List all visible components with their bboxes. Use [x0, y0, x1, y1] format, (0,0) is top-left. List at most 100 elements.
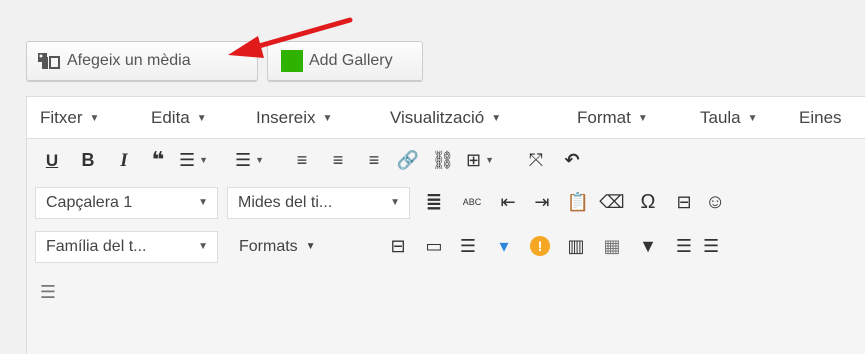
abc-icon: ABC — [462, 196, 482, 207]
sort-button[interactable]: ☰ — [671, 233, 697, 259]
font-size-select-value: Mides del ti... — [238, 194, 333, 211]
outdent-button[interactable]: ⇤ — [495, 189, 521, 215]
text-color-button[interactable]: ▾ — [491, 233, 517, 259]
formats-dropdown[interactable]: Formats ▼ — [239, 238, 316, 256]
indent-button[interactable]: ⇥ — [529, 189, 555, 215]
menu-insereix[interactable]: Insereix ▼ — [256, 108, 332, 128]
media-embed-button[interactable]: ▭ — [421, 233, 447, 259]
chevron-down-icon: ▼ — [637, 113, 648, 124]
chevron-down-icon: ▼ — [322, 113, 333, 124]
gallery-icon — [281, 50, 303, 72]
add-media-button[interactable]: Afegeix un mèdia — [26, 41, 258, 81]
bold-button[interactable]: B — [75, 147, 101, 173]
media-embed-icon: ▭ — [425, 236, 443, 256]
chevron-down-icon: ▼ — [89, 113, 100, 124]
outdent-icon: ⇤ — [500, 192, 516, 212]
italic-icon: I — [120, 149, 128, 171]
paste-icon: 📋 — [566, 192, 590, 212]
menu-eines[interactable]: Eines — [799, 108, 842, 128]
template-button[interactable]: ⊟ — [385, 233, 411, 259]
menu-label: Edita — [151, 108, 190, 127]
fullscreen-button[interactable]: ⤧ — [523, 147, 549, 173]
numbered-list-button[interactable]: ☰ ▼ — [235, 147, 281, 173]
font-family-select[interactable]: Família del t... ▼ — [35, 231, 218, 263]
chevron-down-icon: ▼ — [196, 113, 207, 124]
columns-icon: ▥ — [567, 236, 585, 256]
chevron-down-icon: ▼ — [747, 113, 758, 124]
align-right-icon: ≡ — [368, 150, 380, 170]
chevron-down-icon: ▼ — [305, 241, 316, 252]
kitchen-sink-icon: ☰ — [39, 282, 57, 302]
color-picker-icon: ▾ — [499, 236, 509, 256]
tinymce-editor: Fitxer ▼ Edita ▼ Insereix ▼ Visualització ▼ … — [26, 96, 865, 354]
toolbar-row-4: ☰ — [27, 271, 865, 315]
underline-button[interactable]: U — [39, 147, 65, 173]
numbered-list-icon: ☰ — [235, 150, 252, 170]
menu-visualitzacio[interactable]: Visualització ▼ — [390, 108, 501, 128]
columns-button[interactable]: ▥ — [563, 233, 589, 259]
toolbar-row-1: U B I ❝ ☰ ▼ ☰ ▼ ≡ ≡ ≡ 🔗 ⛓ ⊞ ▼ ⤧ ↶ — [27, 139, 865, 181]
warning-icon: ! — [530, 236, 550, 256]
clear-formatting-button[interactable]: ⌫ — [599, 189, 625, 215]
warning-button[interactable]: ! — [527, 233, 553, 259]
grid-icon: ▦ — [603, 236, 621, 256]
horizontal-rule-icon: ⊟ — [676, 192, 692, 212]
blockquote-icon: ❝ — [151, 147, 165, 172]
eraser-icon: ⌫ — [599, 192, 625, 212]
align-left-button[interactable]: ≡ — [289, 147, 315, 173]
align-right-button[interactable]: ≡ — [361, 147, 387, 173]
undo-button[interactable]: ↶ — [559, 147, 585, 173]
add-gallery-button[interactable]: Add Gallery — [267, 41, 423, 81]
toolbar-row-2: Capçalera 1 ▼ Mides del ti... ▼ ≣ ABC ⇤ ⇥ … — [27, 181, 865, 225]
formats-label: Formats — [239, 238, 298, 255]
heading-select[interactable]: Capçalera 1 ▼ — [35, 187, 218, 219]
omega-icon: Ω — [640, 191, 656, 213]
paste-text-button[interactable]: 📋 — [565, 189, 591, 215]
undo-icon: ↶ — [564, 150, 580, 170]
italic-button[interactable]: I — [111, 147, 137, 173]
emoticons-button[interactable]: ☺ — [705, 189, 725, 215]
more-icon: ☰ — [703, 236, 720, 256]
menu-edita[interactable]: Edita ▼ — [151, 108, 207, 128]
justify-icon: ≣ — [425, 191, 443, 213]
table-button[interactable]: ⊞ ▼ — [466, 147, 512, 173]
menu-fitxer[interactable]: Fitxer ▼ — [40, 108, 99, 128]
menu-label: Fitxer — [40, 108, 83, 127]
menu-format[interactable]: Format ▼ — [577, 108, 648, 128]
font-size-select[interactable]: Mides del ti... ▼ — [227, 187, 410, 219]
more-button[interactable]: ☰ — [703, 233, 723, 259]
link-button[interactable]: 🔗 — [395, 147, 421, 173]
editor-menubar: Fitxer ▼ Edita ▼ Insereix ▼ Visualització ▼ … — [27, 97, 865, 139]
chevron-down-icon: ▼ — [485, 154, 495, 165]
align-left-icon: ≡ — [296, 150, 308, 170]
add-gallery-label: Add Gallery — [309, 52, 393, 69]
comment-button[interactable]: ▼ — [635, 233, 661, 259]
comment-icon: ▼ — [639, 236, 657, 256]
menu-taula[interactable]: Taula ▼ — [700, 108, 758, 128]
grid-button[interactable]: ▦ — [599, 233, 625, 259]
blockquote-button[interactable]: ❝ — [145, 147, 171, 173]
fullscreen-icon: ⤧ — [528, 150, 544, 170]
menu-label: Format — [577, 108, 631, 127]
chevron-down-icon: ▼ — [390, 197, 400, 208]
chevron-down-icon: ▼ — [199, 154, 209, 165]
bold-icon: B — [81, 150, 95, 170]
kitchen-sink-button[interactable]: ☰ — [35, 279, 61, 305]
link-icon: 🔗 — [396, 150, 420, 170]
align-center-icon: ≡ — [332, 150, 344, 170]
unlink-button[interactable]: ⛓ — [430, 147, 456, 173]
special-char-button[interactable]: Ω — [635, 189, 661, 215]
bullet-list-button[interactable]: ☰ ▼ — [179, 147, 225, 173]
sort-icon: ☰ — [675, 236, 693, 256]
list-style-button[interactable]: ☰ — [455, 233, 481, 259]
menu-label: Taula — [700, 108, 741, 127]
horizontal-rule-button[interactable]: ⊟ — [671, 189, 697, 215]
chevron-down-icon: ▼ — [198, 241, 208, 252]
unlink-icon: ⛓ — [431, 150, 455, 170]
strikethrough-button[interactable]: ABC — [459, 189, 485, 215]
align-center-button[interactable]: ≡ — [325, 147, 351, 173]
media-icon — [37, 51, 61, 71]
add-media-label: Afegeix un mèdia — [67, 52, 191, 69]
menu-label: Insereix — [256, 108, 316, 127]
justify-button[interactable]: ≣ — [421, 189, 447, 215]
